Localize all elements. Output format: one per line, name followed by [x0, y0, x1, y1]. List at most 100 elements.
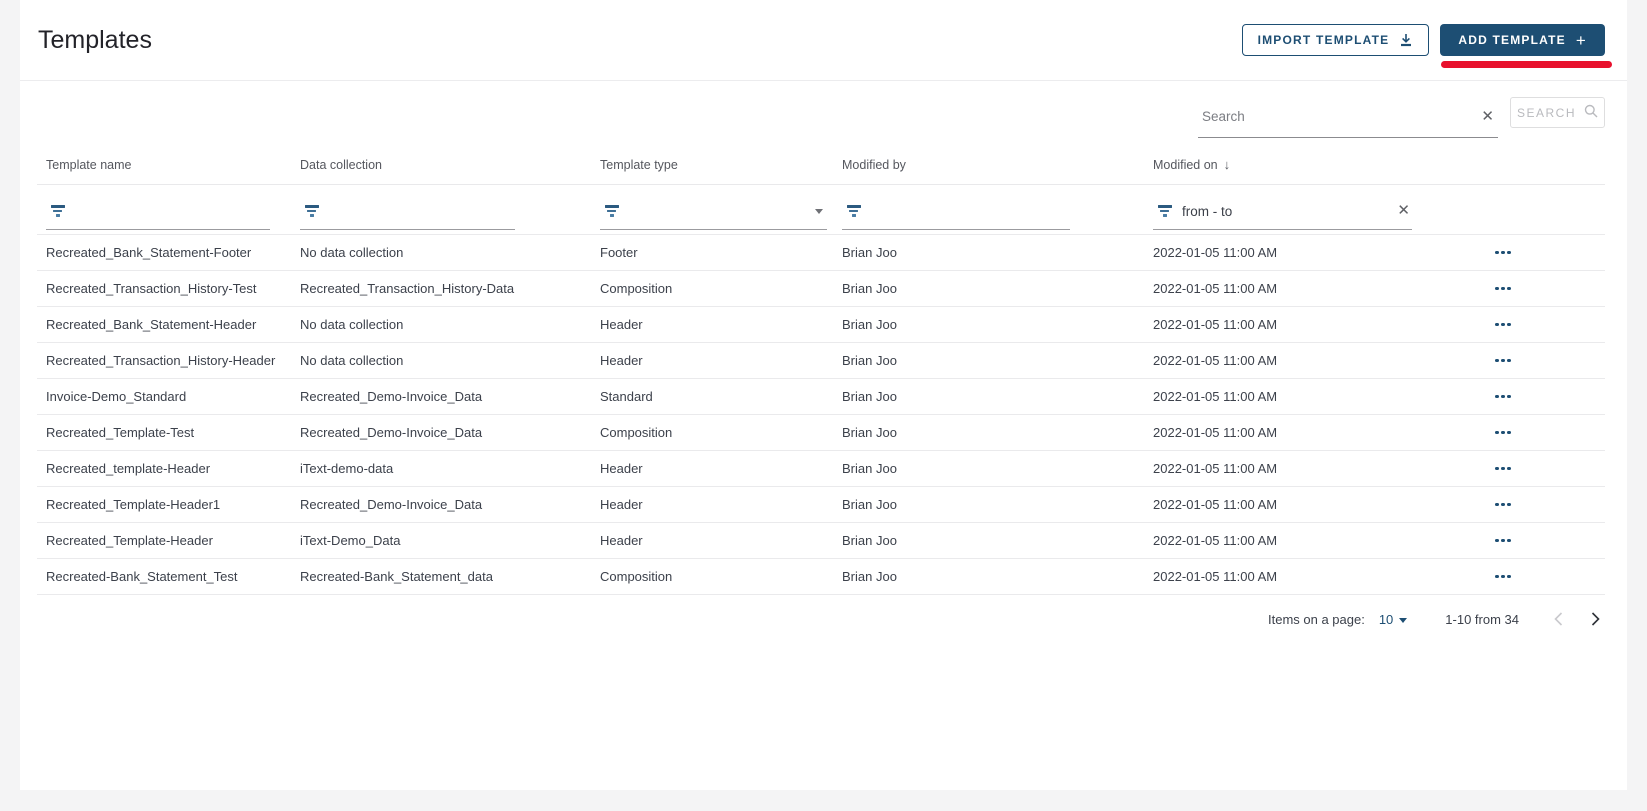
page-header: Templates IMPORT TEMPLATE ADD TEMPLATE +: [20, 0, 1627, 81]
cell-data-collection: iText-Demo_Data: [300, 533, 600, 548]
cell-modified-by: Brian Joo: [842, 281, 1153, 296]
header-actions: IMPORT TEMPLATE ADD TEMPLATE +: [1242, 24, 1605, 56]
add-template-label: ADD TEMPLATE: [1458, 33, 1566, 47]
cell-template-type: Composition: [600, 281, 842, 296]
table-row[interactable]: Recreated_Bank_Statement-Footer No data …: [37, 235, 1605, 271]
filter-icon: [1157, 205, 1172, 217]
items-per-page-label: Items on a page:: [1268, 612, 1365, 627]
cell-template-type: Footer: [600, 245, 842, 260]
red-highlight-underline: [1441, 61, 1612, 68]
cell-data-collection: Recreated_Demo-Invoice_Data: [300, 389, 600, 404]
cell-modified-on: 2022-01-05 11:00 AM: [1153, 533, 1413, 548]
cell-modified-on: 2022-01-05 11:00 AM: [1153, 353, 1413, 368]
cell-data-collection: Recreated_Transaction_History-Data: [300, 281, 600, 296]
row-actions-menu-button[interactable]: [1491, 389, 1515, 405]
filter-icon: [50, 205, 65, 217]
table-body: Recreated_Bank_Statement-Footer No data …: [37, 235, 1605, 595]
filter-modified-by[interactable]: [842, 199, 1070, 230]
cell-data-collection: Recreated_Demo-Invoice_Data: [300, 425, 600, 440]
plus-icon: +: [1576, 32, 1587, 49]
cell-template-name: Recreated-Bank_Statement_Test: [46, 569, 300, 584]
pagination-range: 1-10 from 34: [1445, 612, 1519, 627]
table-row[interactable]: Recreated_Template-Header1 Recreated_Dem…: [37, 487, 1605, 523]
row-actions-menu-button[interactable]: [1491, 245, 1515, 261]
table-row[interactable]: Recreated_Transaction_History-Header No …: [37, 343, 1605, 379]
previous-page-button[interactable]: [1549, 607, 1568, 631]
filter-icon: [304, 205, 319, 217]
cell-modified-on: 2022-01-05 11:00 AM: [1153, 569, 1413, 584]
row-actions-menu-button[interactable]: [1491, 533, 1515, 549]
cell-template-name: Invoice-Demo_Standard: [46, 389, 300, 404]
column-header-modified-by[interactable]: Modified by: [842, 157, 1153, 172]
date-filter-clear-icon[interactable]: ✕: [1395, 201, 1412, 220]
cell-modified-by: Brian Joo: [842, 533, 1153, 548]
table-row[interactable]: Recreated_Transaction_History-Test Recre…: [37, 271, 1605, 307]
column-header-template-name[interactable]: Template name: [46, 157, 300, 172]
cell-data-collection: No data collection: [300, 245, 600, 260]
search-icon: [1584, 104, 1598, 121]
cell-modified-on: 2022-01-05 11:00 AM: [1153, 389, 1413, 404]
filter-template-name[interactable]: [46, 199, 270, 230]
table-row[interactable]: Recreated-Bank_Statement_Test Recreated-…: [37, 559, 1605, 595]
page-size-value: 10: [1379, 612, 1393, 627]
column-header-modified-on[interactable]: Modified on ↓: [1153, 157, 1413, 172]
table-row[interactable]: Recreated_Bank_Statement-Header No data …: [37, 307, 1605, 343]
import-template-button[interactable]: IMPORT TEMPLATE: [1242, 24, 1430, 56]
cell-template-name: Recreated_Transaction_History-Test: [46, 281, 300, 296]
cell-modified-on: 2022-01-05 11:00 AM: [1153, 461, 1413, 476]
cell-modified-on: 2022-01-05 11:00 AM: [1153, 281, 1413, 296]
dropdown-caret-icon[interactable]: [815, 209, 823, 214]
row-actions-menu-button[interactable]: [1491, 461, 1515, 477]
table-filter-row: from - to ✕: [37, 185, 1605, 235]
column-header-data-collection[interactable]: Data collection: [300, 157, 600, 172]
search-box: ✕: [1198, 97, 1498, 138]
column-header-template-type[interactable]: Template type: [600, 157, 842, 172]
cell-template-type: Header: [600, 533, 842, 548]
cell-data-collection: No data collection: [300, 317, 600, 332]
templates-table: Template name Data collection Template t…: [37, 138, 1605, 595]
filter-data-collection[interactable]: [300, 199, 515, 230]
row-actions-menu-button[interactable]: [1491, 569, 1515, 585]
page-size-select[interactable]: 10: [1379, 612, 1407, 627]
cell-template-type: Header: [600, 353, 842, 368]
cell-template-type: Standard: [600, 389, 842, 404]
cell-data-collection: Recreated-Bank_Statement_data: [300, 569, 600, 584]
row-actions-menu-button[interactable]: [1491, 281, 1515, 297]
add-template-wrapper: ADD TEMPLATE +: [1440, 24, 1605, 56]
cell-modified-by: Brian Joo: [842, 425, 1153, 440]
cell-modified-by: Brian Joo: [842, 353, 1153, 368]
filter-template-type[interactable]: [600, 199, 827, 230]
download-icon: [1399, 33, 1413, 47]
sort-descending-icon: ↓: [1224, 157, 1231, 172]
cell-template-type: Header: [600, 317, 842, 332]
cell-template-name: Recreated_Template-Header1: [46, 497, 300, 512]
cell-template-name: Recreated_Template-Header: [46, 533, 300, 548]
add-template-button[interactable]: ADD TEMPLATE +: [1440, 24, 1605, 56]
search-input[interactable]: [1200, 108, 1479, 125]
page-title: Templates: [38, 26, 152, 55]
cell-modified-by: Brian Joo: [842, 245, 1153, 260]
search-toolbar: ✕ SEARCH: [37, 97, 1605, 138]
row-actions-menu-button[interactable]: [1491, 497, 1515, 513]
table-row[interactable]: Recreated_Template-Test Recreated_Demo-I…: [37, 415, 1605, 451]
cell-modified-by: Brian Joo: [842, 389, 1153, 404]
templates-page-card: Templates IMPORT TEMPLATE ADD TEMPLATE +…: [20, 0, 1627, 790]
row-actions-menu-button[interactable]: [1491, 317, 1515, 333]
cell-modified-by: Brian Joo: [842, 569, 1153, 584]
table-header-row: Template name Data collection Template t…: [37, 138, 1605, 185]
search-clear-icon[interactable]: ✕: [1479, 107, 1496, 126]
search-button[interactable]: SEARCH: [1510, 97, 1605, 128]
cell-template-type: Composition: [600, 425, 842, 440]
table-row[interactable]: Recreated_template-Header iText-demo-dat…: [37, 451, 1605, 487]
row-actions-menu-button[interactable]: [1491, 425, 1515, 441]
pagination-bar: Items on a page: 10 1-10 from 34: [37, 595, 1605, 643]
filter-modified-on-date-range[interactable]: from - to ✕: [1153, 199, 1412, 230]
date-range-placeholder: from - to: [1182, 204, 1232, 219]
table-row[interactable]: Invoice-Demo_Standard Recreated_Demo-Inv…: [37, 379, 1605, 415]
cell-data-collection: No data collection: [300, 353, 600, 368]
cell-modified-by: Brian Joo: [842, 497, 1153, 512]
cell-modified-on: 2022-01-05 11:00 AM: [1153, 425, 1413, 440]
row-actions-menu-button[interactable]: [1491, 353, 1515, 369]
next-page-button[interactable]: [1586, 607, 1605, 631]
table-row[interactable]: Recreated_Template-Header iText-Demo_Dat…: [37, 523, 1605, 559]
